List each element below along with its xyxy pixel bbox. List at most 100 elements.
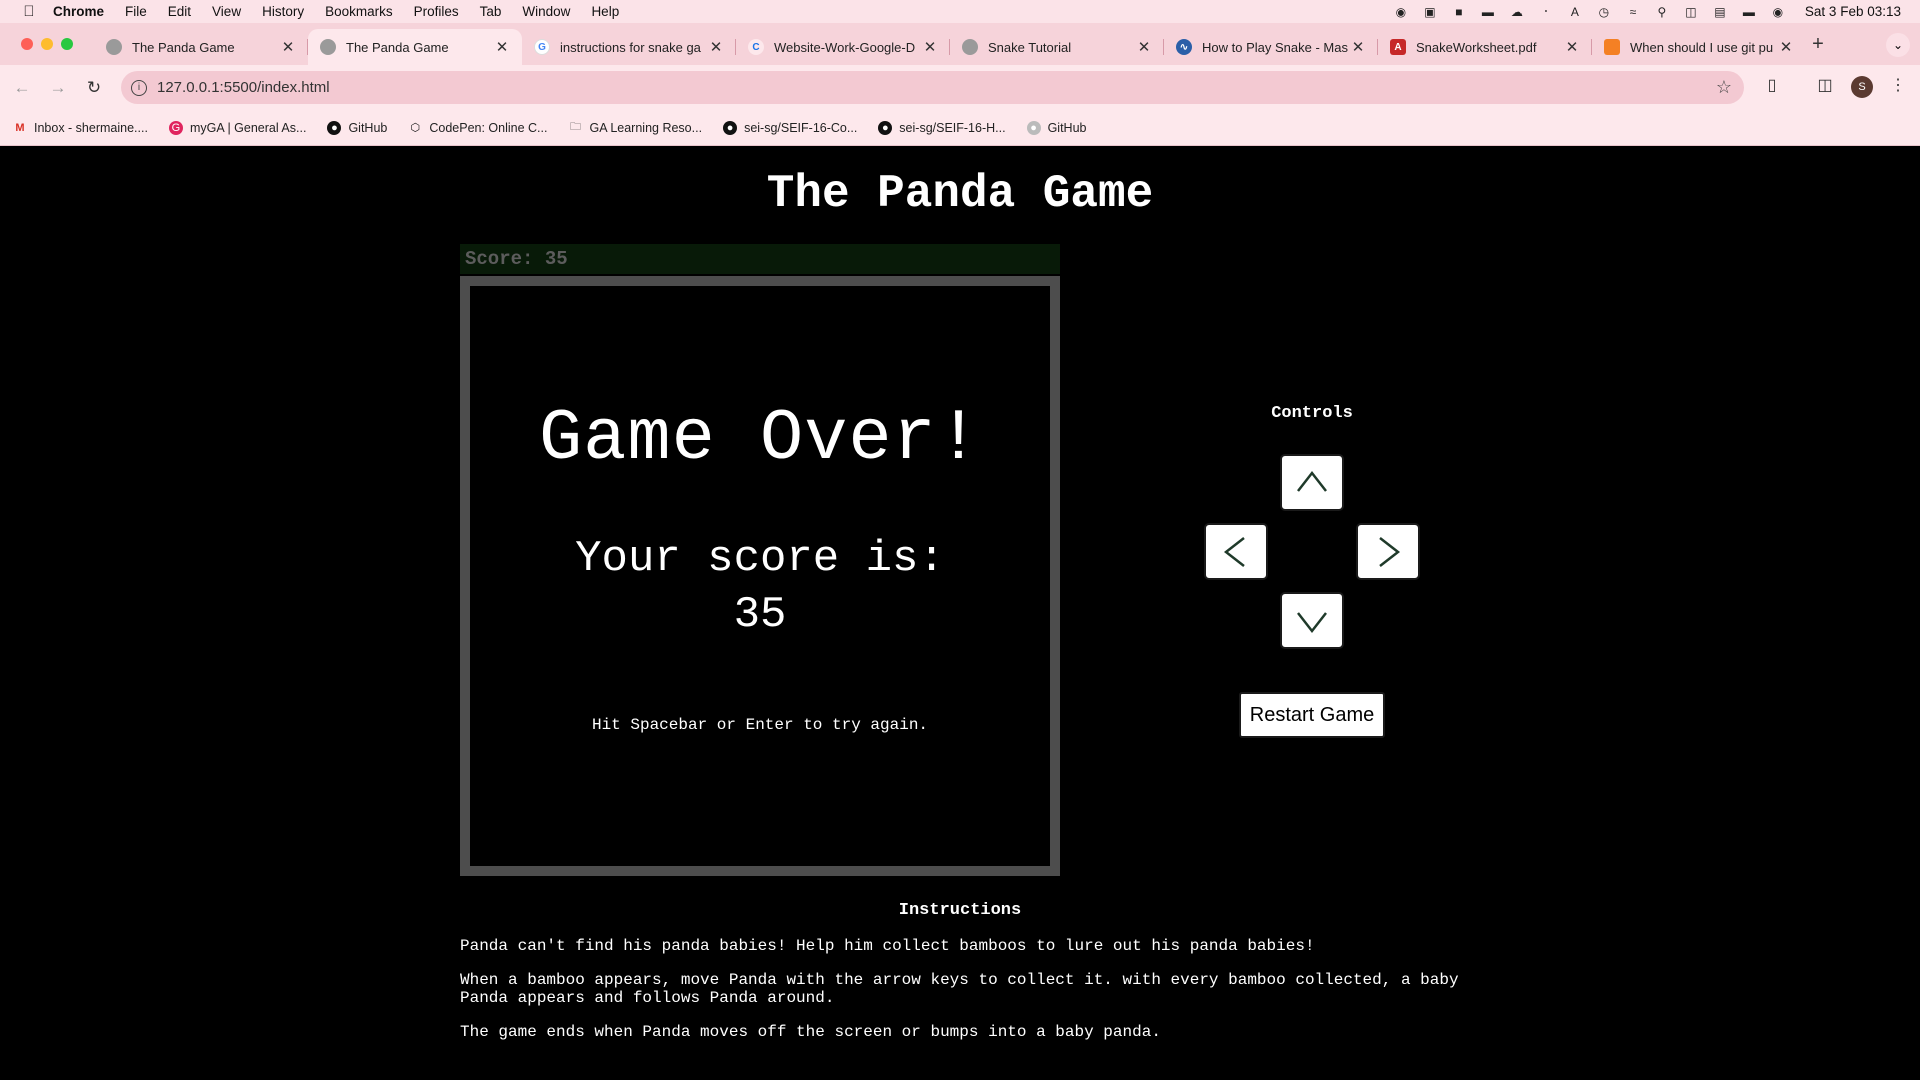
close-tab-icon[interactable]: ✕	[1136, 38, 1152, 56]
down-chevron-icon	[1297, 611, 1327, 633]
new-tab-plus-icon[interactable]: +	[1806, 33, 1830, 56]
bookmark-label: GitHub	[348, 120, 388, 135]
bed-icon[interactable]: ▤	[1712, 5, 1728, 19]
github-icon: ●	[723, 120, 738, 135]
fullscreen-window-button[interactable]	[61, 38, 73, 50]
google-icon: G	[534, 39, 550, 55]
github-icon: ●	[878, 120, 893, 135]
tab-8[interactable]: When should I use git pu ✕	[1592, 29, 1806, 65]
snake-icon: ∿	[1176, 39, 1192, 55]
codepen-icon: ⬡	[410, 122, 421, 134]
siri-icon[interactable]: ◉	[1770, 5, 1786, 19]
side-panel-icon[interactable]: ◫	[1814, 75, 1836, 95]
bookmark-github-1[interactable]: ● GitHub	[327, 120, 388, 135]
back-arrow-icon[interactable]: ←	[12, 78, 32, 98]
instructions-title: Instructions	[898, 901, 1022, 920]
clock[interactable]: Sat 3 Feb 03:13	[1805, 4, 1901, 19]
close-window-button[interactable]	[21, 38, 33, 50]
tab-1[interactable]: The Panda Game ✕	[94, 29, 308, 65]
status-area: ◉ ▣ ■ ▬ ☁ ᛫ A ◷ ≈ ⚲ ◫ ▤ ▬ ◉ Sat 3 Feb 03…	[1393, 0, 1920, 23]
down-arrow-button[interactable]	[1280, 592, 1344, 649]
bookmark-sei-h[interactable]: ● sei-sg/SEIF-16-H...	[878, 120, 1006, 135]
menu-edit[interactable]: Edit	[168, 4, 191, 19]
site-info-icon[interactable]: i	[131, 79, 147, 96]
macos-menu-bar:  Chrome File Edit View History Bookmark…	[0, 0, 1920, 23]
close-tab-icon[interactable]: ✕	[1350, 38, 1366, 56]
close-tab-icon[interactable]: ✕	[1778, 38, 1794, 56]
bookmark-label: CodePen: Online C...	[429, 120, 548, 135]
tab-2-active[interactable]: The Panda Game ✕	[308, 29, 522, 65]
close-tab-icon[interactable]: ✕	[494, 38, 510, 56]
menu-bookmarks[interactable]: Bookmarks	[325, 4, 393, 19]
more-menu-icon[interactable]: ⋮	[1887, 75, 1909, 95]
final-score: Your score is: 35	[470, 531, 1050, 643]
pdf-icon: A	[1390, 39, 1406, 55]
menu-file[interactable]: File	[125, 4, 147, 19]
bookmark-sei-co[interactable]: ● sei-sg/SEIF-16-Co...	[723, 120, 857, 135]
tab-title: Snake Tutorial	[988, 39, 1072, 55]
web-page: The Panda Game Score: 35 Game Over! Your…	[0, 146, 1920, 1080]
bookmark-myga[interactable]: G myGA | General As...	[168, 120, 306, 135]
restart-game-button[interactable]: Restart Game	[1239, 692, 1385, 738]
url-text[interactable]: 127.0.0.1:5500/index.html	[157, 79, 330, 96]
instructions-section: Instructions Panda can't find his panda …	[460, 902, 1460, 1057]
control-center-icon[interactable]: ▬	[1741, 5, 1757, 19]
apple-icon[interactable]: 	[19, 3, 39, 20]
bookmark-github-2[interactable]: ● GitHub	[1026, 120, 1086, 135]
menu-window[interactable]: Window	[522, 4, 570, 19]
bookmark-star-icon[interactable]: ☆	[1716, 77, 1732, 98]
close-tab-icon[interactable]: ✕	[708, 38, 724, 56]
bluetooth-icon[interactable]: ᛫	[1538, 5, 1554, 19]
tab-4[interactable]: C Website-Work-Google-D ✕	[736, 29, 950, 65]
minimize-window-button[interactable]	[41, 38, 53, 50]
bookmark-codepen[interactable]: ⬡ CodePen: Online C...	[408, 120, 548, 135]
tabs: The Panda Game ✕ The Panda Game ✕ G inst…	[94, 29, 1806, 65]
tab-search-chevron-icon[interactable]: ⌄	[1886, 33, 1910, 57]
close-tab-icon[interactable]: ✕	[922, 38, 938, 56]
menu-app-chrome[interactable]: Chrome	[53, 4, 104, 19]
browser-toolbar: ← → ↻ i 127.0.0.1:5500/index.html ☆ ▯ ◫ …	[0, 65, 1920, 110]
menu-tab[interactable]: Tab	[480, 4, 502, 19]
up-arrow-button[interactable]	[1280, 454, 1344, 511]
creative-cloud-icon[interactable]: ◉	[1393, 5, 1409, 19]
profile-avatar[interactable]: S	[1851, 76, 1873, 98]
github-icon: ●	[1026, 120, 1041, 135]
bookmark-folder-ga[interactable]: 🗀 GA Learning Reso...	[568, 121, 702, 135]
close-tab-icon[interactable]: ✕	[1564, 38, 1580, 56]
menu-app-icon[interactable]: ▬	[1480, 5, 1496, 19]
s-app-icon[interactable]: ■	[1451, 5, 1467, 19]
extensions-puzzle-icon[interactable]: ▯	[1761, 75, 1783, 95]
reload-icon[interactable]: ↻	[84, 78, 104, 98]
time-machine-icon[interactable]: ◷	[1596, 5, 1612, 19]
tab-5[interactable]: Snake Tutorial ✕	[950, 29, 1164, 65]
tab-title: The Panda Game	[132, 39, 235, 55]
tab-7[interactable]: A SnakeWorksheet.pdf ✕	[1378, 29, 1592, 65]
forward-arrow-icon[interactable]: →	[48, 78, 68, 98]
tab-title: Website-Work-Google-D	[774, 39, 916, 55]
display-icon[interactable]: ◫	[1683, 5, 1699, 19]
tab-title: The Panda Game	[346, 39, 449, 55]
bookmarks-bar: M Inbox - shermaine.... G myGA | General…	[0, 110, 1920, 146]
spotlight-search-icon[interactable]: ⚲	[1654, 5, 1670, 19]
instructions-paragraph: When a bamboo appears, move Panda with t…	[460, 971, 1459, 1007]
bookmark-inbox[interactable]: M Inbox - shermaine....	[13, 121, 148, 135]
stackoverflow-icon	[1604, 39, 1620, 55]
tab-strip: The Panda Game ✕ The Panda Game ✕ G inst…	[0, 23, 1920, 65]
left-arrow-button[interactable]	[1204, 523, 1268, 580]
window-controls	[21, 38, 73, 50]
menu-help[interactable]: Help	[591, 4, 619, 19]
globe-icon	[962, 39, 978, 55]
cloud-icon[interactable]: ☁	[1509, 5, 1525, 19]
tab-6[interactable]: ∿ How to Play Snake - Mas ✕	[1164, 29, 1378, 65]
tab-3[interactable]: G instructions for snake ga ✕	[522, 29, 736, 65]
address-bar[interactable]: i 127.0.0.1:5500/index.html ☆	[121, 71, 1744, 104]
folder-icon: 🗀	[569, 121, 581, 133]
close-tab-icon[interactable]: ✕	[280, 38, 296, 56]
menu-history[interactable]: History	[262, 4, 304, 19]
input-source-icon[interactable]: A	[1567, 5, 1583, 19]
right-arrow-button[interactable]	[1356, 523, 1420, 580]
menu-profiles[interactable]: Profiles	[414, 4, 459, 19]
wifi-icon[interactable]: ≈	[1625, 5, 1641, 19]
menu-view[interactable]: View	[212, 4, 241, 19]
notes-icon[interactable]: ▣	[1422, 5, 1438, 19]
